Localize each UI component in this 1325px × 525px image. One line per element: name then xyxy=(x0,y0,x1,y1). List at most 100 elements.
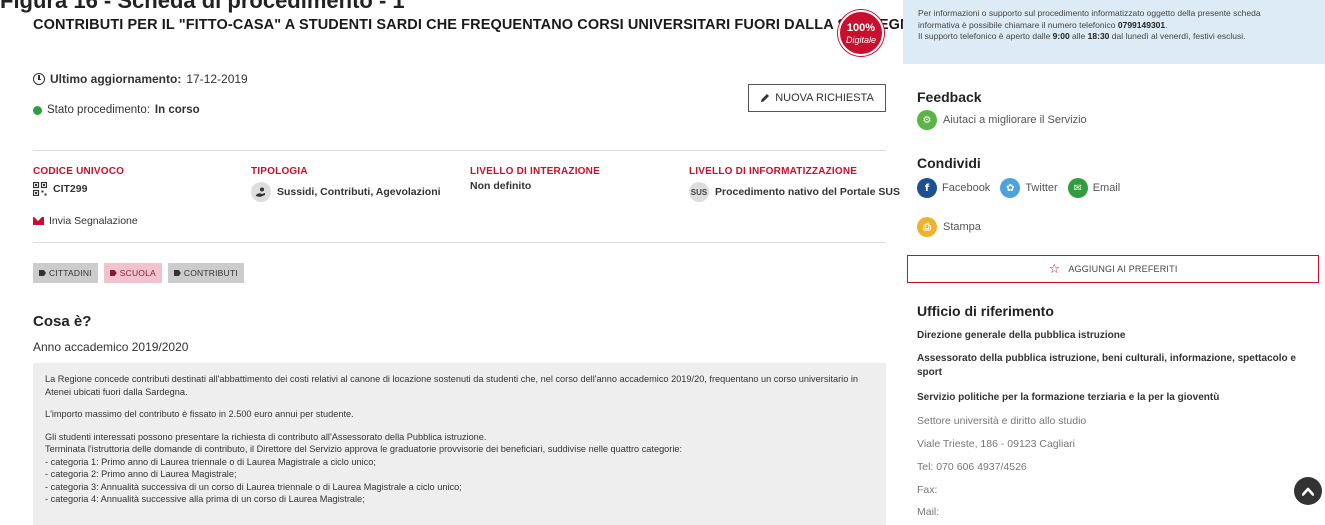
category-item: - categoria 2: Primo anno di Laurea Magi… xyxy=(45,469,237,479)
tag-contributi[interactable]: CONTRIBUTI xyxy=(167,263,244,283)
share-buttons: f Facebook ✿ Twitter ✉ Email xyxy=(917,178,1120,198)
last-updated-label: Ultimo aggiornamento: xyxy=(50,72,182,86)
divider xyxy=(33,242,886,243)
divider xyxy=(33,150,886,151)
description-box: La Regione concede contributi destinati … xyxy=(33,363,886,525)
meta-livello-informatizzazione-label: LIVELLO DI INFORMATIZZAZIONE xyxy=(689,166,858,177)
academic-year: Anno accademico 2019/2020 xyxy=(33,340,189,354)
twitter-icon: ✿ xyxy=(1000,178,1021,198)
office-fax: Fax: xyxy=(917,484,938,496)
send-report-label: Invia Segnalazione xyxy=(49,215,138,227)
last-updated-value: 17-12-2019 xyxy=(186,72,248,86)
facebook-icon: f xyxy=(917,178,937,198)
new-request-button[interactable]: NUOVA RICHIESTA xyxy=(748,84,886,112)
office-mail: Mail: xyxy=(917,506,940,518)
print-link[interactable]: ⎙ Stampa xyxy=(917,217,981,237)
main-content: Figura 16 - Scheda di procedimento - 1 C… xyxy=(0,0,921,525)
scroll-to-top-button[interactable] xyxy=(1294,477,1322,505)
category-item: - categoria 3: Annualità successiva di u… xyxy=(45,481,462,492)
new-request-label: NUOVA RICHIESTA xyxy=(775,92,874,104)
support-line: Il supporto telefonico è aperto dalle 9:… xyxy=(918,31,1310,43)
tag-icon xyxy=(173,270,181,276)
support-text: . xyxy=(1165,19,1168,30)
badge-percent: 100% xyxy=(846,22,876,34)
share-facebook[interactable]: f Facebook xyxy=(917,178,990,198)
feedback-link[interactable]: ⚙ Aiutaci a migliorare il Servizio xyxy=(917,110,1087,130)
support-time-from: 9:00 xyxy=(1052,31,1070,41)
add-to-favorites-button[interactable]: ☆ AGGIUNGI AI PREFERITI xyxy=(907,255,1319,283)
star-icon: ☆ xyxy=(1048,261,1061,277)
feedback-link-label: Aiutaci a migliorare il Servizio xyxy=(943,114,1087,126)
share-title: Condividi xyxy=(917,155,981,171)
category-item: - categoria 1: Primo anno di Laurea trie… xyxy=(45,456,376,467)
meta-livello-interazione-value: Non definito xyxy=(470,180,532,192)
description-line: Terminata l'istruttoria delle domande di… xyxy=(45,444,683,454)
pencil-icon xyxy=(761,94,770,102)
sidebar: Per informazioni o supporto sul procedim… xyxy=(903,0,1325,525)
meta-livello-interazione: LIVELLO DI INTERAZIONE Non definito xyxy=(470,166,600,192)
figure-caption: Figura 16 - Scheda di procedimento - 1 xyxy=(0,0,405,13)
description-paragraph: L'importo massimo del contributo è fissa… xyxy=(45,409,354,419)
support-text: informativa è possibile chiamare il nume… xyxy=(918,19,1118,30)
description-line: Gli studenti interessati possono present… xyxy=(45,431,487,442)
support-time-to: 18:30 xyxy=(1087,31,1110,41)
send-report-link[interactable]: Invia Segnalazione xyxy=(33,215,138,227)
office-directorate: Direzione generale della pubblica istruz… xyxy=(917,330,1126,341)
digital-100-badge: 100% Digitale xyxy=(838,10,884,56)
meta-codice-value: CIT299 xyxy=(53,183,88,195)
clock-icon xyxy=(33,73,45,85)
support-info-box: Per informazioni o supporto sul procedim… xyxy=(903,0,1325,64)
status-dot-icon xyxy=(33,105,42,115)
tag-scuola[interactable]: SCUOLA xyxy=(103,263,162,283)
meta-codice-label: CODICE UNIVOCO xyxy=(33,166,125,177)
envelope-icon xyxy=(33,217,44,225)
tag-icon xyxy=(109,270,117,276)
share-email[interactable]: ✉ Email xyxy=(1067,178,1121,198)
meta-livello-informatizzazione-value: Procedimento nativo del Portale SUS xyxy=(715,186,900,198)
status-label: Stato procedimento: xyxy=(47,104,150,116)
tag-label: CONTRIBUTI xyxy=(183,268,238,278)
description-paragraph: La Regione concede contributi destinati … xyxy=(45,374,859,397)
meta-tipologia-value: Sussidi, Contributi, Agevolazioni xyxy=(277,186,441,198)
print-icon: ⎙ xyxy=(917,217,937,237)
support-line: Per informazioni o supporto sul procedim… xyxy=(918,8,1261,18)
support-text: Il supporto telefonico è aperto dalle xyxy=(918,31,1053,41)
feedback-icon: ⚙ xyxy=(917,110,937,130)
office-title: Ufficio di riferimento xyxy=(917,303,1054,319)
office-department: Assessorato della pubblica istruzione, b… xyxy=(917,353,1296,378)
support-line: informativa è possibile chiamare il nume… xyxy=(918,20,1310,32)
add-to-favorites-label: AGGIUNGI AI PREFERITI xyxy=(1068,264,1178,274)
office-tel: Tel: 070 606 4937/4526 xyxy=(917,461,1027,473)
tag-label: CITTADINI xyxy=(49,268,92,278)
office-service: Servizio politiche per la formazione ter… xyxy=(917,392,1220,403)
chevron-up-icon xyxy=(1302,487,1314,496)
office-address: Viale Trieste, 186 - 09123 Cagliari xyxy=(917,438,1075,450)
meta-livello-informatizzazione: LIVELLO DI INFORMATIZZAZIONE SUS Procedi… xyxy=(689,166,900,202)
last-updated: Ultimo aggiornamento: 17-12-2019 xyxy=(33,72,248,86)
sus-badge-icon: SUS xyxy=(689,182,709,202)
email-icon: ✉ xyxy=(1067,178,1088,198)
tag-cittadini[interactable]: CITTADINI xyxy=(33,263,98,283)
share-email-label: Email xyxy=(1092,182,1121,194)
procedure-status: Stato procedimento: In corso xyxy=(33,104,200,116)
support-text: alle xyxy=(1069,31,1088,41)
badge-label: Digitale xyxy=(845,35,876,45)
meta-tipologia-label: TIPOLOGIA xyxy=(251,166,308,177)
category-item: - categoria 4: Annualità successive alla… xyxy=(45,494,365,504)
tag-list: CITTADINI SCUOLA CONTRIBUTI xyxy=(33,263,244,283)
share-twitter[interactable]: ✿ Twitter xyxy=(1000,178,1058,198)
tag-icon xyxy=(39,270,46,276)
hand-coin-icon xyxy=(251,182,271,202)
status-value: In corso xyxy=(154,104,200,116)
support-text: dal lunedì al venerdì, festivi esclusi. xyxy=(1109,31,1246,41)
feedback-title: Feedback xyxy=(917,89,982,105)
meta-livello-interazione-label: LIVELLO DI INTERAZIONE xyxy=(470,166,600,177)
meta-codice: CODICE UNIVOCO CIT299 xyxy=(33,166,124,196)
description-paragraph: Gli studenti interessati possono present… xyxy=(45,431,874,506)
print-label: Stampa xyxy=(943,221,981,233)
share-twitter-label: Twitter xyxy=(1025,182,1058,194)
meta-tipologia: TIPOLOGIA Sussidi, Contributi, Agevolazi… xyxy=(251,166,441,202)
page-title: CONTRIBUTI PER IL "FITTO-CASA" A STUDENT… xyxy=(33,17,922,33)
qr-code-icon xyxy=(33,182,47,196)
share-facebook-label: Facebook xyxy=(942,182,991,194)
